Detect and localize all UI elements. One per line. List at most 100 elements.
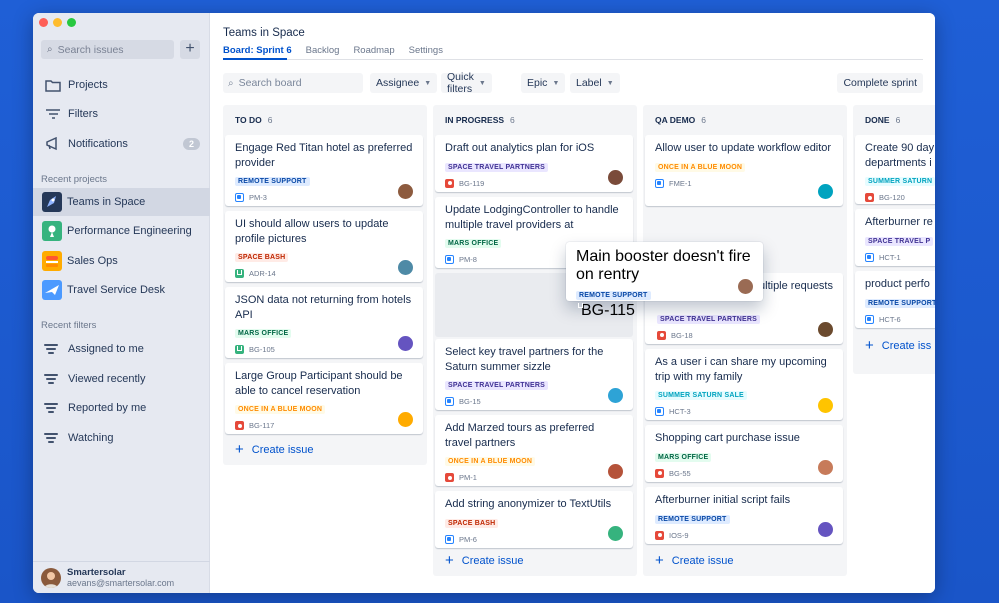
search-board-input[interactable]: ⌕ Search board xyxy=(223,73,363,93)
issue-card[interactable]: As a user i can share my upcoming trip w… xyxy=(645,349,843,420)
notification-count-badge: 2 xyxy=(182,138,200,150)
epic-label: SPACE TRAVEL PARTNERS xyxy=(445,162,549,172)
chevron-down-icon: ▼ xyxy=(552,79,560,87)
task-icon xyxy=(445,397,454,406)
issue-key: PM-3 xyxy=(249,193,267,202)
issue-card[interactable]: JSON data not returning from hotels API … xyxy=(225,287,423,358)
map-pin-icon xyxy=(42,221,62,241)
minimize-window-button[interactable] xyxy=(53,18,62,27)
card-title: Afterburner re xyxy=(865,216,933,228)
column-count: 6 xyxy=(510,115,515,125)
maximize-window-button[interactable] xyxy=(67,18,76,27)
active-tab-indicator xyxy=(223,58,287,60)
card-title: Large Group Participant should be able t… xyxy=(235,370,403,397)
create-issue-label: Create issue xyxy=(671,555,734,567)
issue-card[interactable]: Add string anonymizer to TextUtils SPACE… xyxy=(435,491,633,548)
column-header: QA DEMO 6 xyxy=(643,105,847,135)
issue-card[interactable]: Shopping cart purchase issue MARS OFFICE… xyxy=(645,425,843,482)
tab-backlog[interactable]: Backlog xyxy=(306,45,340,56)
sidebar-filter-reported-by-me[interactable]: Reported by me xyxy=(33,394,210,422)
tab-roadmap[interactable]: Roadmap xyxy=(353,45,394,56)
avatar xyxy=(738,279,753,294)
epic-label: SUMMER SATURN xyxy=(865,177,935,186)
issue-card[interactable]: Select key travel partners for the Satur… xyxy=(435,339,633,410)
sidebar-filter-viewed-recently[interactable]: Viewed recently xyxy=(33,365,210,393)
avatar xyxy=(818,398,833,413)
tab-settings[interactable]: Settings xyxy=(409,45,443,56)
create-issue-button[interactable]: + Create issue xyxy=(445,553,524,568)
tab-board-sprint[interactable]: Board: Sprint 6 xyxy=(223,45,292,56)
rocket-icon xyxy=(42,192,62,212)
folder-icon xyxy=(44,77,62,93)
issue-key: HCT-6 xyxy=(879,314,901,324)
issue-card[interactable]: Draft out analytics plan for iOS SPACE T… xyxy=(435,135,633,192)
issue-card[interactable]: Large Group Participant should be able t… xyxy=(225,363,423,434)
tab-divider xyxy=(223,59,923,60)
column-title: IN PROGRESS xyxy=(445,115,505,125)
sidebar-item-label: Projects xyxy=(68,79,108,91)
filter-icon xyxy=(44,106,62,122)
bug-icon xyxy=(655,468,664,478)
epic-label: REMOTE SUPPORT xyxy=(235,177,310,186)
column-in-progress: IN PROGRESS 6 Draft out analytics plan fo… xyxy=(433,105,637,576)
issue-card[interactable]: Add Marzed tours as preferred travel par… xyxy=(435,415,633,486)
issue-card[interactable]: Allow user to update workflow editor ONC… xyxy=(645,135,843,206)
avatar xyxy=(398,184,413,199)
label-filter-label: Label xyxy=(576,77,602,89)
task-icon xyxy=(445,255,454,264)
column-count: 6 xyxy=(267,115,273,125)
create-plus-button[interactable]: + xyxy=(180,40,200,59)
recent-filters-heading: Recent filters xyxy=(41,320,97,331)
issue-card[interactable]: Afterburner initial script fails REMOTE … xyxy=(645,487,843,544)
sidebar-filter-assigned-to-me[interactable]: Assigned to me xyxy=(33,335,210,363)
avatar xyxy=(818,460,833,475)
dragged-issue-card[interactable]: Main booster doesn't fire on rentry REMO… xyxy=(566,242,763,319)
board-main: Teams in Space Board: Sprint 6 Backlog R… xyxy=(211,13,935,593)
sidebar-project-travel-service-desk[interactable]: Travel Service Desk xyxy=(33,276,210,304)
sidebar-item-label: Notifications xyxy=(68,138,128,150)
issue-card[interactable]: product perfo REMOTE SUPPORT HCT-6 xyxy=(855,271,935,328)
epic-filter-button[interactable]: Epic ▼ xyxy=(521,73,566,93)
issue-card[interactable]: Afterburner re SPACE TRAVEL P HCT-1 xyxy=(855,209,935,266)
epic-label: SPACE BASH xyxy=(235,253,289,262)
avatar xyxy=(818,522,833,537)
window-controls xyxy=(39,18,76,27)
card-title: Add Marzed tours as preferred travel par… xyxy=(445,422,595,449)
epic-label: Epic xyxy=(527,77,548,89)
quick-filters-button[interactable]: Quick filters ▼ xyxy=(441,71,492,95)
sidebar-project-teams-in-space[interactable]: Teams in Space xyxy=(33,188,210,216)
issue-card[interactable]: Engage Red Titan hotel as preferred prov… xyxy=(225,135,423,206)
search-board-placeholder: Search board xyxy=(238,77,302,89)
search-issues-input[interactable]: ⌕ Search issues xyxy=(41,40,174,59)
user-profile[interactable]: Smartersolar aevans@smartersolar.com xyxy=(33,561,210,593)
create-issue-label: Create issue xyxy=(461,555,524,567)
issue-card[interactable]: Create 90 day departments i SUMMER SATUR… xyxy=(855,135,935,204)
issue-card[interactable]: UI should allow users to update profile … xyxy=(225,211,423,282)
issue-key: BG-117 xyxy=(249,421,275,430)
sidebar-item-filters[interactable]: Filters xyxy=(33,100,210,128)
create-issue-button[interactable]: + Create iss xyxy=(865,338,931,353)
sidebar-filter-watching[interactable]: Watching xyxy=(33,424,210,452)
issue-key: PM-6 xyxy=(459,534,477,544)
page-title: Teams in Space xyxy=(223,27,305,39)
task-icon xyxy=(655,178,664,188)
sidebar-project-sales-ops[interactable]: Sales Ops xyxy=(33,247,210,275)
complete-sprint-button[interactable]: Complete sprint xyxy=(837,73,923,93)
assignee-filter-button[interactable]: Assignee ▼ xyxy=(370,73,438,93)
project-label: Travel Service Desk xyxy=(67,284,166,296)
filter-icon xyxy=(44,374,60,384)
issue-key: BG-55 xyxy=(669,468,691,478)
issue-key: BG-15 xyxy=(459,397,481,406)
filter-icon xyxy=(44,344,60,354)
sidebar-item-notifications[interactable]: Notifications 2 xyxy=(33,130,210,158)
close-window-button[interactable] xyxy=(39,18,48,27)
app-window: ⌕ Search issues + Projects Filters Notif… xyxy=(33,13,935,593)
create-issue-button[interactable]: + Create issue xyxy=(235,442,314,457)
create-issue-label: Create issue xyxy=(251,444,314,456)
sidebar-item-projects[interactable]: Projects xyxy=(33,71,210,99)
create-issue-button[interactable]: + Create issue xyxy=(655,553,734,568)
label-filter-button[interactable]: Label ▼ xyxy=(570,73,620,93)
column-header: IN PROGRESS 6 xyxy=(433,105,637,135)
sidebar-project-performance-engineering[interactable]: Performance Engineering xyxy=(33,217,210,245)
column-count: 6 xyxy=(895,115,901,125)
